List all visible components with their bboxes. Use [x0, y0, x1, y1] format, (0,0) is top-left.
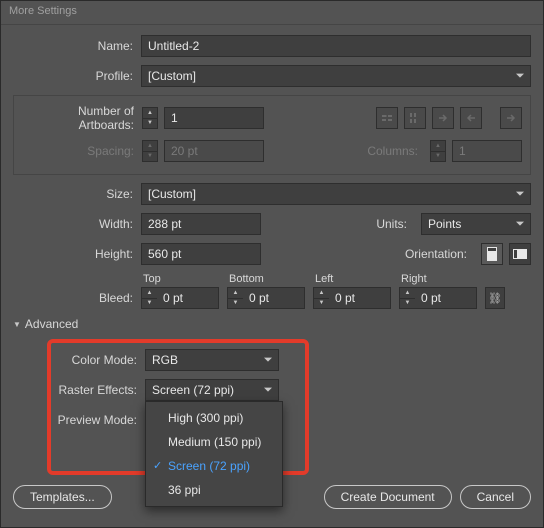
bleed-bottom-input[interactable]: [243, 287, 305, 309]
width-label: Width:: [13, 217, 141, 231]
arrange-right-icon: [432, 107, 454, 129]
preview-mode-label: Preview Mode:: [51, 413, 145, 427]
columns-label: Columns:: [367, 144, 424, 158]
titlebar: More Settings: [1, 1, 543, 25]
templates-button[interactable]: Templates...: [13, 485, 112, 509]
cancel-button[interactable]: Cancel: [460, 485, 531, 509]
color-mode-label: Color Mode:: [51, 353, 145, 367]
bleed-right-input[interactable]: [415, 287, 477, 309]
highlight-annotation: Color Mode: RGB Raster Effects: Screen (…: [47, 339, 309, 475]
raster-option-high[interactable]: High (300 ppi): [146, 406, 282, 430]
spacing-label: Spacing:: [22, 144, 142, 158]
spacing-input: [164, 140, 264, 162]
bleed-label: Bleed:: [13, 291, 141, 309]
color-mode-select[interactable]: RGB: [145, 349, 279, 371]
raster-effects-select[interactable]: Screen (72 ppi): [145, 379, 279, 401]
raster-effects-dropdown: High (300 ppi) Medium (150 ppi) Screen (…: [145, 401, 283, 507]
bleed-top-stepper[interactable]: ▲▼: [141, 287, 157, 309]
raster-option-medium[interactable]: Medium (150 ppi): [146, 430, 282, 454]
bleed-left-label: Left: [313, 273, 393, 285]
height-input[interactable]: [141, 243, 261, 265]
raster-option-screen[interactable]: Screen (72 ppi): [146, 454, 282, 478]
profile-select[interactable]: [Custom]: [141, 65, 531, 87]
orientation-label: Orientation:: [405, 247, 475, 261]
artboards-count-stepper[interactable]: ▲▼: [142, 107, 158, 129]
name-label: Name:: [13, 39, 141, 53]
orientation-portrait-button[interactable]: [481, 243, 503, 265]
name-input[interactable]: [141, 35, 531, 57]
bleed-right-label: Right: [399, 273, 479, 285]
size-select[interactable]: [Custom]: [141, 183, 531, 205]
height-label: Height:: [13, 247, 141, 261]
bleed-left-input[interactable]: [329, 287, 391, 309]
profile-label: Profile:: [13, 69, 141, 83]
advanced-section-toggle[interactable]: Advanced: [13, 317, 531, 331]
raster-effects-label: Raster Effects:: [51, 383, 145, 397]
portrait-icon: [487, 247, 497, 261]
grid-by-row-icon: [376, 107, 398, 129]
units-select[interactable]: Points: [421, 213, 531, 235]
bleed-bottom-label: Bottom: [227, 273, 307, 285]
artboards-count-input[interactable]: [164, 107, 264, 129]
columns-input: [452, 140, 522, 162]
bleed-top-label: Top: [141, 273, 221, 285]
width-input[interactable]: [141, 213, 261, 235]
landscape-icon: [513, 249, 527, 259]
spacing-stepper: ▲▼: [142, 140, 158, 162]
window-title: More Settings: [9, 5, 77, 17]
arrange-left-icon: [460, 107, 482, 129]
bleed-link-icon[interactable]: ⛓: [485, 287, 505, 309]
units-label: Units:: [376, 217, 415, 231]
artboards-panel: Number of Artboards: ▲▼ Spacing: ▲▼: [13, 95, 531, 175]
bleed-right-stepper[interactable]: ▲▼: [399, 287, 415, 309]
artboards-count-label: Number of Artboards:: [22, 104, 142, 132]
more-settings-dialog: More Settings Name: Profile: [Custom] Nu…: [0, 0, 544, 528]
bleed-bottom-stepper[interactable]: ▲▼: [227, 287, 243, 309]
columns-stepper: ▲▼: [430, 140, 446, 162]
raster-option-36[interactable]: 36 ppi: [146, 478, 282, 502]
arrange-right2-icon: [500, 107, 522, 129]
create-document-button[interactable]: Create Document: [324, 485, 452, 509]
grid-by-col-icon: [404, 107, 426, 129]
bleed-left-stepper[interactable]: ▲▼: [313, 287, 329, 309]
orientation-landscape-button[interactable]: [509, 243, 531, 265]
bleed-top-input[interactable]: [157, 287, 219, 309]
size-label: Size:: [13, 187, 141, 201]
